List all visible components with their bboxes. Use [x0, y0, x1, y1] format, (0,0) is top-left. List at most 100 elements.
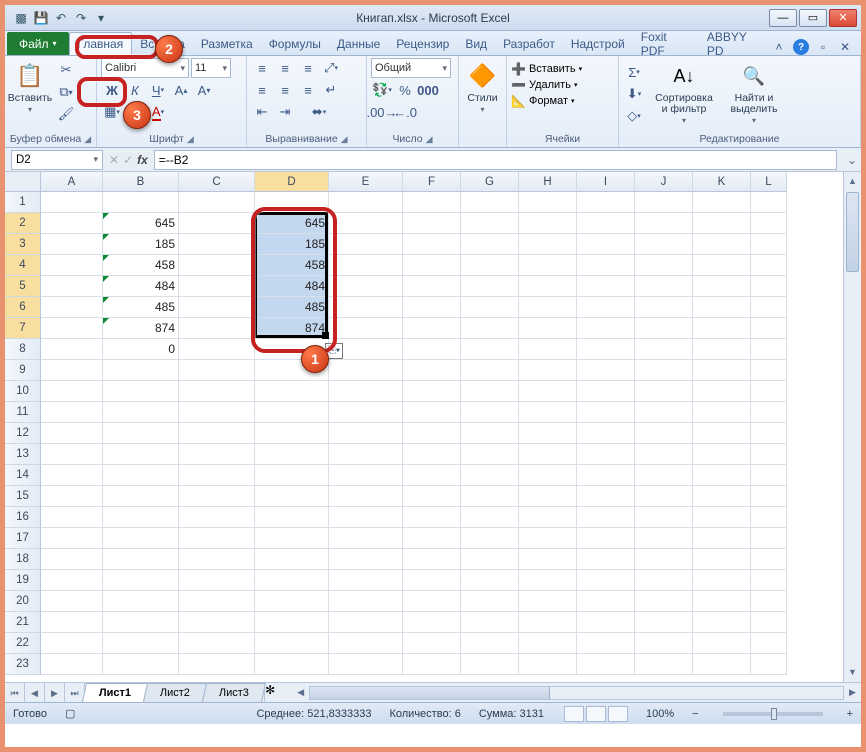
- cell[interactable]: [103, 612, 179, 633]
- decrease-decimal-button[interactable]: ←.0: [394, 102, 416, 122]
- cell[interactable]: [103, 192, 179, 213]
- cell[interactable]: 645: [255, 213, 329, 234]
- cell[interactable]: [635, 423, 693, 444]
- autosum-button[interactable]: Σ▾: [623, 62, 645, 82]
- select-all-corner[interactable]: [5, 172, 41, 192]
- zoom-level[interactable]: 100%: [646, 708, 674, 720]
- cell[interactable]: [693, 423, 751, 444]
- row-header[interactable]: 19: [5, 570, 41, 591]
- dialog-launcher-icon[interactable]: ◢: [84, 134, 91, 145]
- cell[interactable]: [577, 276, 635, 297]
- cell[interactable]: [41, 444, 103, 465]
- cell[interactable]: [519, 402, 577, 423]
- cell[interactable]: [693, 234, 751, 255]
- normal-view-button[interactable]: [564, 706, 584, 722]
- cell[interactable]: [329, 381, 403, 402]
- new-sheet-button[interactable]: ✻: [264, 683, 286, 702]
- cell[interactable]: [461, 423, 519, 444]
- cell[interactable]: [329, 276, 403, 297]
- cell[interactable]: [403, 654, 461, 675]
- cell[interactable]: [751, 339, 787, 360]
- cell[interactable]: [103, 591, 179, 612]
- sheet-tab[interactable]: Лист1: [82, 683, 148, 702]
- cut-button[interactable]: ✂: [55, 60, 77, 80]
- cell[interactable]: [103, 633, 179, 654]
- cell[interactable]: [41, 486, 103, 507]
- cell[interactable]: [461, 612, 519, 633]
- cell[interactable]: [403, 549, 461, 570]
- cell[interactable]: [635, 192, 693, 213]
- column-header[interactable]: L: [751, 172, 787, 192]
- cell[interactable]: [461, 402, 519, 423]
- cell[interactable]: [41, 213, 103, 234]
- column-header[interactable]: G: [461, 172, 519, 192]
- cell[interactable]: [693, 591, 751, 612]
- cell[interactable]: 185: [103, 234, 179, 255]
- cell[interactable]: [403, 486, 461, 507]
- cell[interactable]: [461, 276, 519, 297]
- cell[interactable]: [461, 234, 519, 255]
- bold-button[interactable]: Ж: [101, 80, 123, 100]
- cell[interactable]: [751, 381, 787, 402]
- cell[interactable]: 485: [255, 297, 329, 318]
- help-icon[interactable]: ?: [793, 39, 809, 55]
- cell[interactable]: [329, 549, 403, 570]
- cell[interactable]: [103, 486, 179, 507]
- cell[interactable]: [179, 570, 255, 591]
- cell[interactable]: [693, 402, 751, 423]
- cell[interactable]: [41, 318, 103, 339]
- cell[interactable]: [577, 591, 635, 612]
- row-header[interactable]: 10: [5, 381, 41, 402]
- cell[interactable]: [693, 213, 751, 234]
- cell[interactable]: [461, 192, 519, 213]
- page-layout-view-button[interactable]: [586, 706, 606, 722]
- accept-formula-icon[interactable]: ✓: [123, 153, 133, 167]
- cell[interactable]: [635, 633, 693, 654]
- row-header[interactable]: 20: [5, 591, 41, 612]
- cell[interactable]: [693, 192, 751, 213]
- redo-icon[interactable]: ↷: [73, 10, 89, 26]
- font-name-combo[interactable]: Calibri▾: [101, 58, 189, 78]
- cell[interactable]: [179, 213, 255, 234]
- cell[interactable]: [403, 633, 461, 654]
- cell[interactable]: [751, 528, 787, 549]
- cell[interactable]: [103, 423, 179, 444]
- align-bottom-button[interactable]: ≡: [297, 58, 319, 78]
- decrease-font-button[interactable]: A▾: [193, 80, 215, 100]
- cell[interactable]: [41, 234, 103, 255]
- cell[interactable]: [519, 654, 577, 675]
- cell[interactable]: [577, 570, 635, 591]
- cell[interactable]: [179, 465, 255, 486]
- cell[interactable]: [41, 402, 103, 423]
- cell[interactable]: [255, 654, 329, 675]
- horizontal-scrollbar[interactable]: ◀ ▶: [292, 683, 861, 702]
- cell[interactable]: [41, 528, 103, 549]
- cell[interactable]: [635, 612, 693, 633]
- cell[interactable]: [179, 444, 255, 465]
- cell[interactable]: [329, 213, 403, 234]
- sheet-tab[interactable]: Лист2: [143, 683, 207, 702]
- dialog-launcher-icon[interactable]: ◢: [187, 134, 194, 145]
- align-middle-button[interactable]: ≡: [274, 58, 296, 78]
- comma-button[interactable]: 000: [417, 80, 439, 100]
- merge-center-button[interactable]: ⬌▾: [297, 102, 341, 122]
- copy-button[interactable]: ⧉▾: [55, 82, 77, 102]
- cell[interactable]: [635, 318, 693, 339]
- sheet-nav-prev-icon[interactable]: ◀: [25, 683, 45, 702]
- tab-рецензир[interactable]: Рецензир: [388, 32, 457, 55]
- cell[interactable]: [103, 444, 179, 465]
- cell[interactable]: [577, 339, 635, 360]
- cell[interactable]: [179, 591, 255, 612]
- column-header[interactable]: A: [41, 172, 103, 192]
- minimize-button[interactable]: —: [769, 9, 797, 27]
- percent-button[interactable]: %: [394, 80, 416, 100]
- decrease-indent-button[interactable]: ⇤: [251, 102, 273, 122]
- cell[interactable]: [255, 402, 329, 423]
- dialog-launcher-icon[interactable]: ◢: [341, 134, 348, 145]
- cell[interactable]: [179, 549, 255, 570]
- cell[interactable]: [461, 297, 519, 318]
- cell[interactable]: [577, 444, 635, 465]
- fx-icon[interactable]: fx: [137, 153, 148, 167]
- cell[interactable]: [693, 339, 751, 360]
- row-header[interactable]: 9: [5, 360, 41, 381]
